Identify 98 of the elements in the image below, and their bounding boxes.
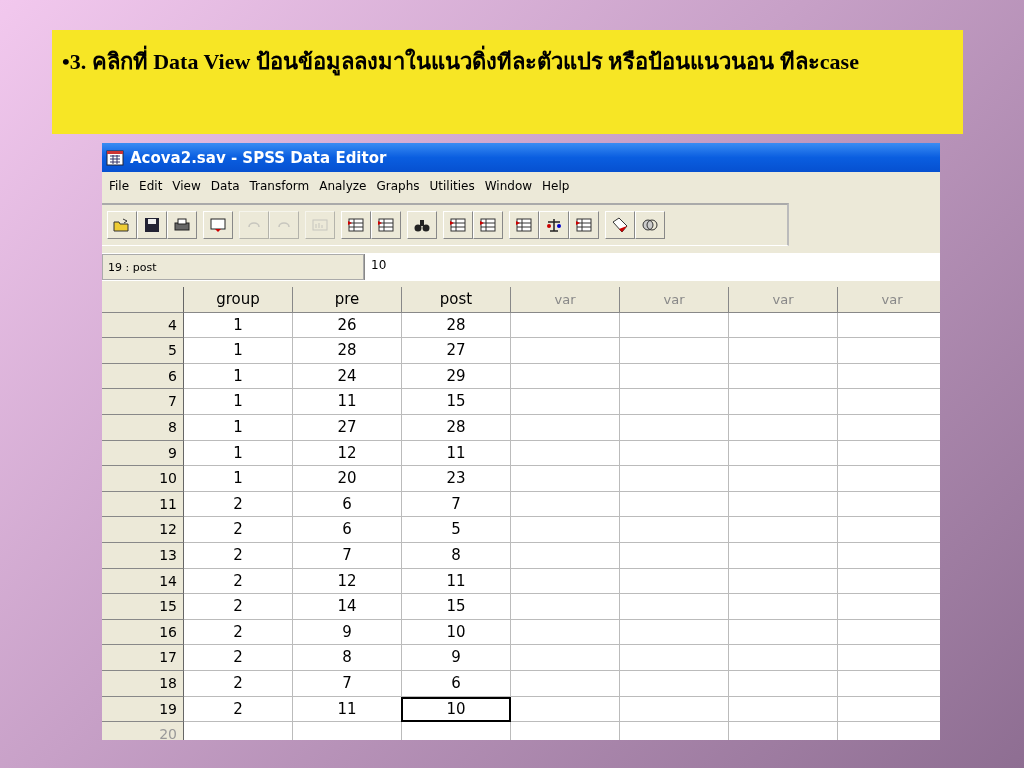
table-cell-text: 2 xyxy=(232,519,244,541)
menu-item[interactable]: Transform xyxy=(244,179,315,193)
table-cell-text: 1 xyxy=(232,442,244,464)
table-cell-text: 1 xyxy=(232,416,244,438)
table-cell-text: 12 xyxy=(336,570,358,592)
slide-heading: •3. คลิกที่ Data View ป้อนข้อมูลลงมาในแนวดิ่งทีละตัวแปร หรือป้อนแนวนอน ทีละcase xyxy=(62,42,862,82)
table-cell-text: 12 xyxy=(336,442,358,464)
table-cell-text: 2 xyxy=(232,596,244,618)
table-cell-text: 1 xyxy=(232,365,244,387)
menu-item[interactable]: Help xyxy=(537,179,575,193)
row-header[interactable]: 4 xyxy=(102,312,184,339)
menu-item[interactable]: Edit xyxy=(134,179,168,193)
table-cell-text: 2 xyxy=(232,621,244,643)
table-cell-text: 15 xyxy=(445,391,467,413)
table-cell-text: 10 xyxy=(445,621,467,643)
table-cell-text: 7 xyxy=(450,493,462,515)
table-cell-text: 28 xyxy=(445,416,467,438)
row-header[interactable]: 14 xyxy=(102,568,184,595)
table-cell-text: 2 xyxy=(232,493,244,515)
column-header[interactable]: pre xyxy=(293,287,402,313)
menu-item[interactable]: Data xyxy=(205,179,245,193)
table-cell-text: 28 xyxy=(445,314,467,336)
cell-value-field[interactable]: 10 xyxy=(364,254,940,280)
spreadsheet-icon xyxy=(106,149,124,166)
menu-item[interactable]: View xyxy=(167,179,206,193)
table-icon xyxy=(575,217,593,233)
row-header[interactable]: 8 xyxy=(102,414,184,441)
table-cell-text: 28 xyxy=(336,340,358,362)
table-cell-text: 14 xyxy=(336,596,358,618)
table-cell-text: 2 xyxy=(232,544,244,566)
table-cell-text: 1 xyxy=(232,314,244,336)
row-header[interactable]: 6 xyxy=(102,363,184,390)
row-header[interactable]: 5 xyxy=(102,338,184,364)
table-cell-text: 1 xyxy=(232,468,244,490)
table-cell-text: 29 xyxy=(445,365,467,387)
chart-icon xyxy=(311,217,329,233)
table-cell-text: 5 xyxy=(450,519,462,541)
dialog-icon xyxy=(209,217,227,233)
table-cell-text: 6 xyxy=(450,672,462,694)
menu-item[interactable]: File xyxy=(104,179,135,193)
table-cell-text: 6 xyxy=(341,493,353,515)
tag-icon xyxy=(611,217,629,233)
table-cell-text: 26 xyxy=(336,314,358,336)
row-header[interactable]: 11 xyxy=(102,491,184,518)
table-cell-text: 11 xyxy=(336,391,358,413)
table-cell-text: 11 xyxy=(445,570,467,592)
toolbar-button[interactable] xyxy=(407,211,437,239)
menu-item[interactable]: Analyze xyxy=(314,179,372,193)
table-cell-text: 24 xyxy=(336,365,358,387)
column-header[interactable]: group xyxy=(184,287,293,313)
row-header[interactable]: 17 xyxy=(102,645,184,671)
table-cell-text: 20 xyxy=(336,468,358,490)
table-cell-text: 6 xyxy=(341,519,353,541)
toolbar-button[interactable] xyxy=(605,211,635,239)
row-header[interactable]: 12 xyxy=(102,517,184,543)
table-cell-text: 8 xyxy=(341,647,353,669)
table-cell-text: 8 xyxy=(450,544,462,566)
table-cell-text: 2 xyxy=(232,647,244,669)
row-header[interactable]: 18 xyxy=(102,670,184,697)
row-header[interactable]: 13 xyxy=(102,542,184,569)
column-header[interactable]: post xyxy=(402,287,511,313)
table-cell-text: 7 xyxy=(341,544,353,566)
table-cell-text: 1 xyxy=(232,340,244,362)
table-cell-text: 11 xyxy=(445,442,467,464)
table-cell-text: 27 xyxy=(336,416,358,438)
table-cell-text: 9 xyxy=(450,647,462,669)
row-header[interactable]: 10 xyxy=(102,466,184,492)
menu-item[interactable]: Window xyxy=(479,179,538,193)
table-cell-text: 7 xyxy=(341,672,353,694)
table-cell-text: 2 xyxy=(232,672,244,694)
table-cell: 10 xyxy=(401,696,511,723)
row-header[interactable]: 7 xyxy=(102,389,184,415)
scale-icon xyxy=(545,217,563,233)
toolbar-button[interactable] xyxy=(539,211,569,239)
table-cell-text: 27 xyxy=(445,340,467,362)
toolbar-button[interactable] xyxy=(137,211,167,239)
table-cell-text: 2 xyxy=(232,570,244,592)
cell-reference: 19 : post xyxy=(102,254,364,280)
table-cell-text: 11 xyxy=(336,698,358,720)
circles-icon xyxy=(641,217,659,233)
table-cell-text: 23 xyxy=(445,468,467,490)
printer-icon xyxy=(173,217,191,233)
binoculars-icon xyxy=(413,217,431,233)
table-cell-text: 9 xyxy=(341,621,353,643)
table-cell-text: 2 xyxy=(232,698,244,720)
table-cell-text: 1 xyxy=(232,391,244,413)
row-header[interactable]: 16 xyxy=(102,619,184,646)
row-header[interactable]: 9 xyxy=(102,440,184,467)
table-cell-text: 15 xyxy=(445,596,467,618)
toolbar-button[interactable] xyxy=(167,211,197,239)
row-header[interactable]: 15 xyxy=(102,594,184,620)
folder-icon xyxy=(113,217,131,233)
window-title: Acova2.sav - SPSS Data Editor xyxy=(130,148,387,167)
toolbar-button[interactable] xyxy=(635,211,665,239)
grid-icon xyxy=(515,217,533,233)
row-header[interactable]: 19 xyxy=(102,696,184,723)
menu-item[interactable]: Graphs xyxy=(371,179,425,193)
menu-item[interactable]: Utilities xyxy=(424,179,480,193)
